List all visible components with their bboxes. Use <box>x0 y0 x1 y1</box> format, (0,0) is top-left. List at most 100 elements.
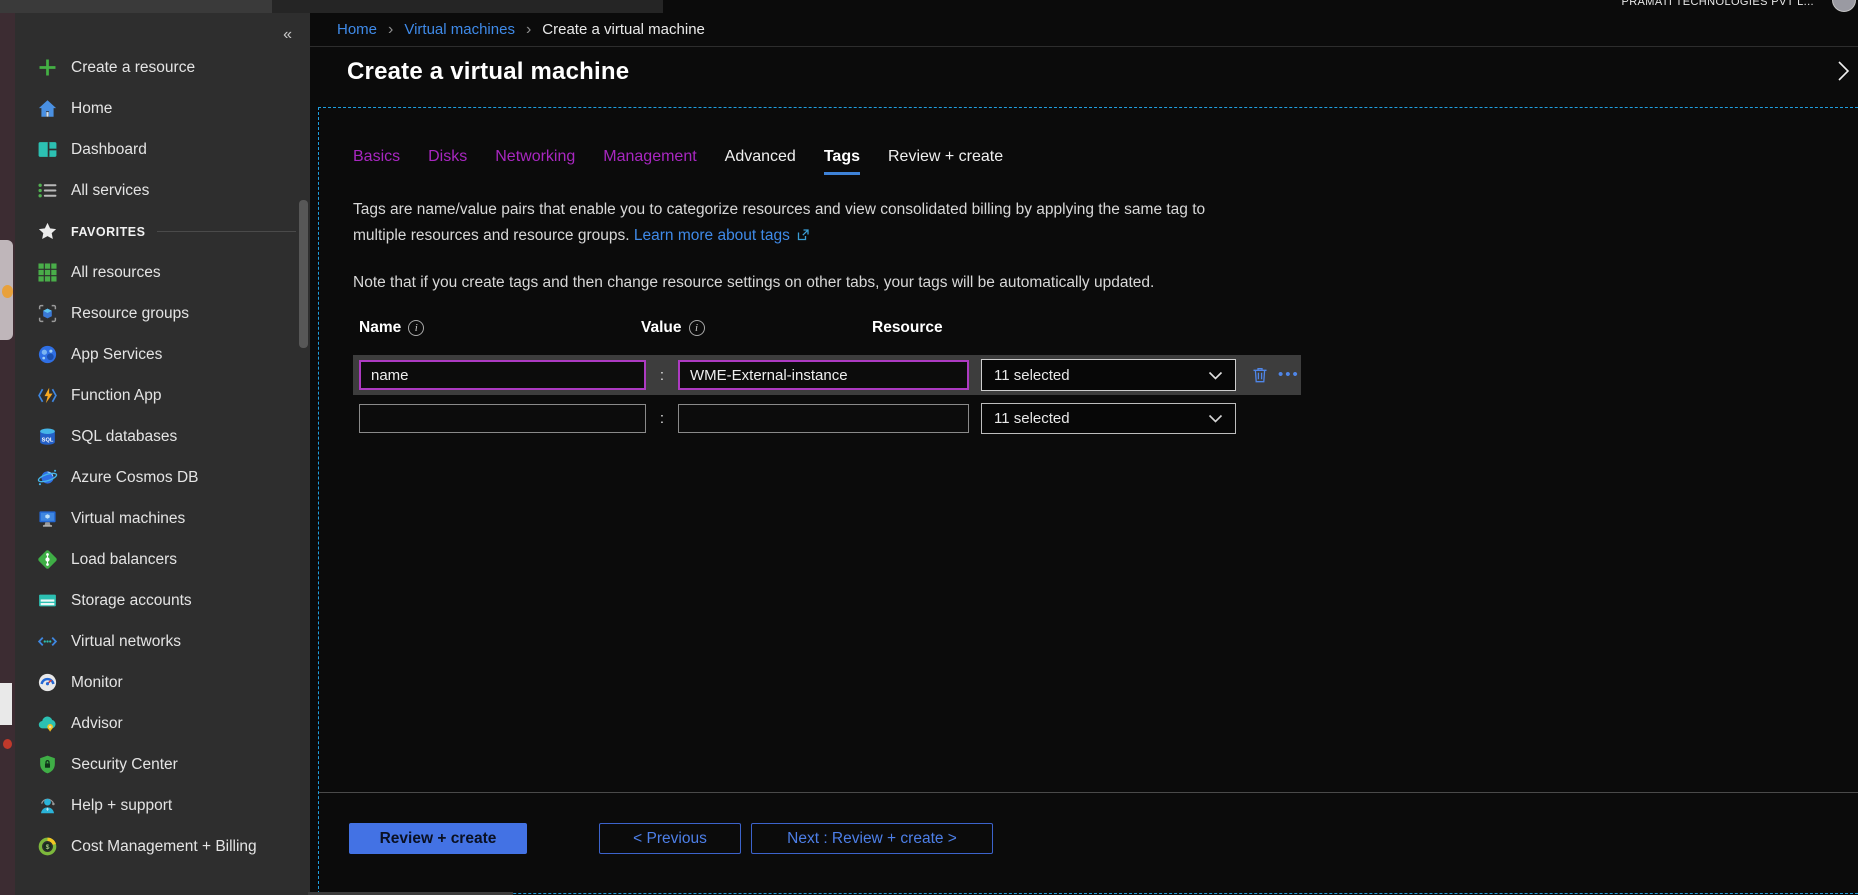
tab-networking[interactable]: Networking <box>495 148 575 175</box>
svg-text:$: $ <box>46 844 50 851</box>
sidebar-section-favorites: FAVORITES <box>15 211 310 252</box>
security-center-icon <box>37 754 58 775</box>
main-content: Home Virtual machines Create a virtual m… <box>310 13 1858 895</box>
tab-advanced[interactable]: Advanced <box>725 148 796 175</box>
wizard-footer: Review + create < Previous Next : Review… <box>319 823 1858 855</box>
sidebar-item-monitor[interactable]: Monitor <box>15 662 310 703</box>
sidebar-item-home[interactable]: Home <box>15 88 310 129</box>
tab-tags[interactable]: Tags <box>824 148 860 175</box>
tag-row: : 11 selected <box>353 355 1301 395</box>
tab-basics[interactable]: Basics <box>353 148 400 175</box>
monitor-icon <box>37 672 58 693</box>
storage-accounts-icon <box>37 590 58 611</box>
tab-disks[interactable]: Disks <box>428 148 467 175</box>
dashboard-icon <box>37 139 58 160</box>
chevron-right-icon[interactable] <box>1837 59 1850 83</box>
sidebar-item-virtual-machines[interactable]: Virtual machines <box>15 498 310 539</box>
resource-groups-icon <box>37 303 58 324</box>
svg-text:SQL: SQL <box>42 437 54 443</box>
previous-button[interactable]: < Previous <box>599 823 741 854</box>
tab-management[interactable]: Management <box>603 148 696 175</box>
sidebar-item-azure-cosmos-db[interactable]: Azure Cosmos DB <box>15 457 310 498</box>
sidebar-item-help-support[interactable]: Help + support <box>15 785 310 826</box>
info-icon[interactable] <box>408 320 424 336</box>
next-button[interactable]: Next : Review + create > <box>751 823 993 854</box>
sidebar-item-advisor[interactable]: Advisor <box>15 703 310 744</box>
resource-dropdown[interactable]: 11 selected <box>981 359 1236 391</box>
all-services-icon <box>37 180 58 201</box>
sidebar-item-sql-databases[interactable]: SQL SQL databases <box>15 416 310 457</box>
desktop-edge <box>0 13 15 895</box>
home-icon <box>37 98 58 119</box>
resource-dropdown[interactable]: 11 selected <box>981 403 1236 434</box>
sidebar-item-function-app[interactable]: Function App <box>15 375 310 416</box>
review-create-button[interactable]: Review + create <box>349 823 527 854</box>
sidebar-item-create-a-resource[interactable]: Create a resource <box>15 47 310 88</box>
sidebar-item-security-center[interactable]: Security Center <box>15 744 310 785</box>
star-icon <box>37 221 58 242</box>
chevron-down-icon <box>1208 371 1223 380</box>
virtual-networks-icon <box>37 631 58 652</box>
sidebar-item-all-resources[interactable]: All resources <box>15 252 310 293</box>
column-header-name: Name <box>359 319 424 337</box>
tags-table-header: Name Value Resource <box>353 319 1301 339</box>
tags-note: Note that if you create tags and then ch… <box>353 274 1858 292</box>
column-header-value: Value <box>641 319 705 337</box>
sidebar-item-dashboard[interactable]: Dashboard <box>15 129 310 170</box>
chevron-down-icon <box>1208 414 1223 423</box>
tag-value-input[interactable] <box>678 404 969 433</box>
breadcrumb-home[interactable]: Home <box>337 21 377 38</box>
tags-description: Tags are name/value pairs that enable yo… <box>353 197 1858 249</box>
sidebar-item-virtual-networks[interactable]: Virtual networks <box>15 621 310 662</box>
description-line-1: Tags are name/value pairs that enable yo… <box>353 197 1858 223</box>
advisor-icon <box>37 713 58 734</box>
tag-name-input[interactable] <box>359 360 646 390</box>
info-icon[interactable] <box>689 320 705 336</box>
app-services-icon <box>37 344 58 365</box>
tab-review-create[interactable]: Review + create <box>888 148 1003 175</box>
column-header-resource: Resource <box>872 319 943 337</box>
title-row: Create a virtual machine <box>310 47 1858 86</box>
delete-tag-icon[interactable] <box>1250 365 1270 385</box>
name-value-separator: : <box>646 367 678 384</box>
sidebar: « Create a resource Home Dashboard All s… <box>15 13 310 895</box>
virtual-machines-icon <box>37 508 58 529</box>
top-bar: PRAMATI TECHNOLOGIES PVT L... <box>0 0 1858 13</box>
tag-name-input[interactable] <box>359 404 646 433</box>
grid-icon <box>37 262 58 283</box>
breadcrumb-separator-icon <box>388 21 393 39</box>
tag-row-empty: : 11 selected <box>353 400 1301 436</box>
sidebar-item-app-services[interactable]: App Services <box>15 334 310 375</box>
sidebar-item-all-services[interactable]: All services <box>15 170 310 211</box>
row-more-options-icon[interactable] <box>1278 370 1300 380</box>
tenant-name: PRAMATI TECHNOLOGIES PVT L... <box>1621 0 1814 8</box>
sidebar-collapse-button[interactable]: « <box>283 26 292 44</box>
sidebar-scrollbar-thumb[interactable] <box>299 200 308 348</box>
breadcrumb-virtual-machines[interactable]: Virtual machines <box>404 21 515 38</box>
external-link-icon <box>796 228 810 242</box>
section-divider <box>157 231 296 232</box>
sidebar-item-storage-accounts[interactable]: Storage accounts <box>15 580 310 621</box>
dock-icon-fragment <box>3 739 12 749</box>
load-balancers-icon <box>37 549 58 570</box>
sidebar-item-load-balancers[interactable]: Load balancers <box>15 539 310 580</box>
sidebar-nav: Create a resource Home Dashboard All ser… <box>15 47 310 867</box>
help-support-icon <box>37 795 58 816</box>
tags-table: Name Value Resource : 11 selected <box>353 319 1301 436</box>
description-line-2: multiple resources and resource groups. … <box>353 223 1858 249</box>
browser-chrome-fragment-dark <box>272 0 663 13</box>
dock-icon-fragment <box>2 285 13 298</box>
sidebar-item-resource-groups[interactable]: Resource groups <box>15 293 310 334</box>
dock-fragment <box>0 683 12 725</box>
tag-value-input[interactable] <box>678 360 969 390</box>
cosmos-db-icon <box>37 467 58 488</box>
learn-more-link[interactable]: Learn more about tags <box>634 227 790 244</box>
azure-portal-window: PRAMATI TECHNOLOGIES PVT L... « Create a… <box>0 0 1858 895</box>
tags-panel: Basics Disks Networking Management Advan… <box>318 107 1858 894</box>
browser-chrome-fragment <box>0 0 272 13</box>
account-avatar[interactable] <box>1832 0 1856 12</box>
breadcrumb-separator-icon <box>526 21 531 39</box>
sidebar-item-cost-management[interactable]: $ Cost Management + Billing <box>15 826 310 867</box>
breadcrumb: Home Virtual machines Create a virtual m… <box>310 13 1858 47</box>
footer-divider <box>319 792 1858 793</box>
